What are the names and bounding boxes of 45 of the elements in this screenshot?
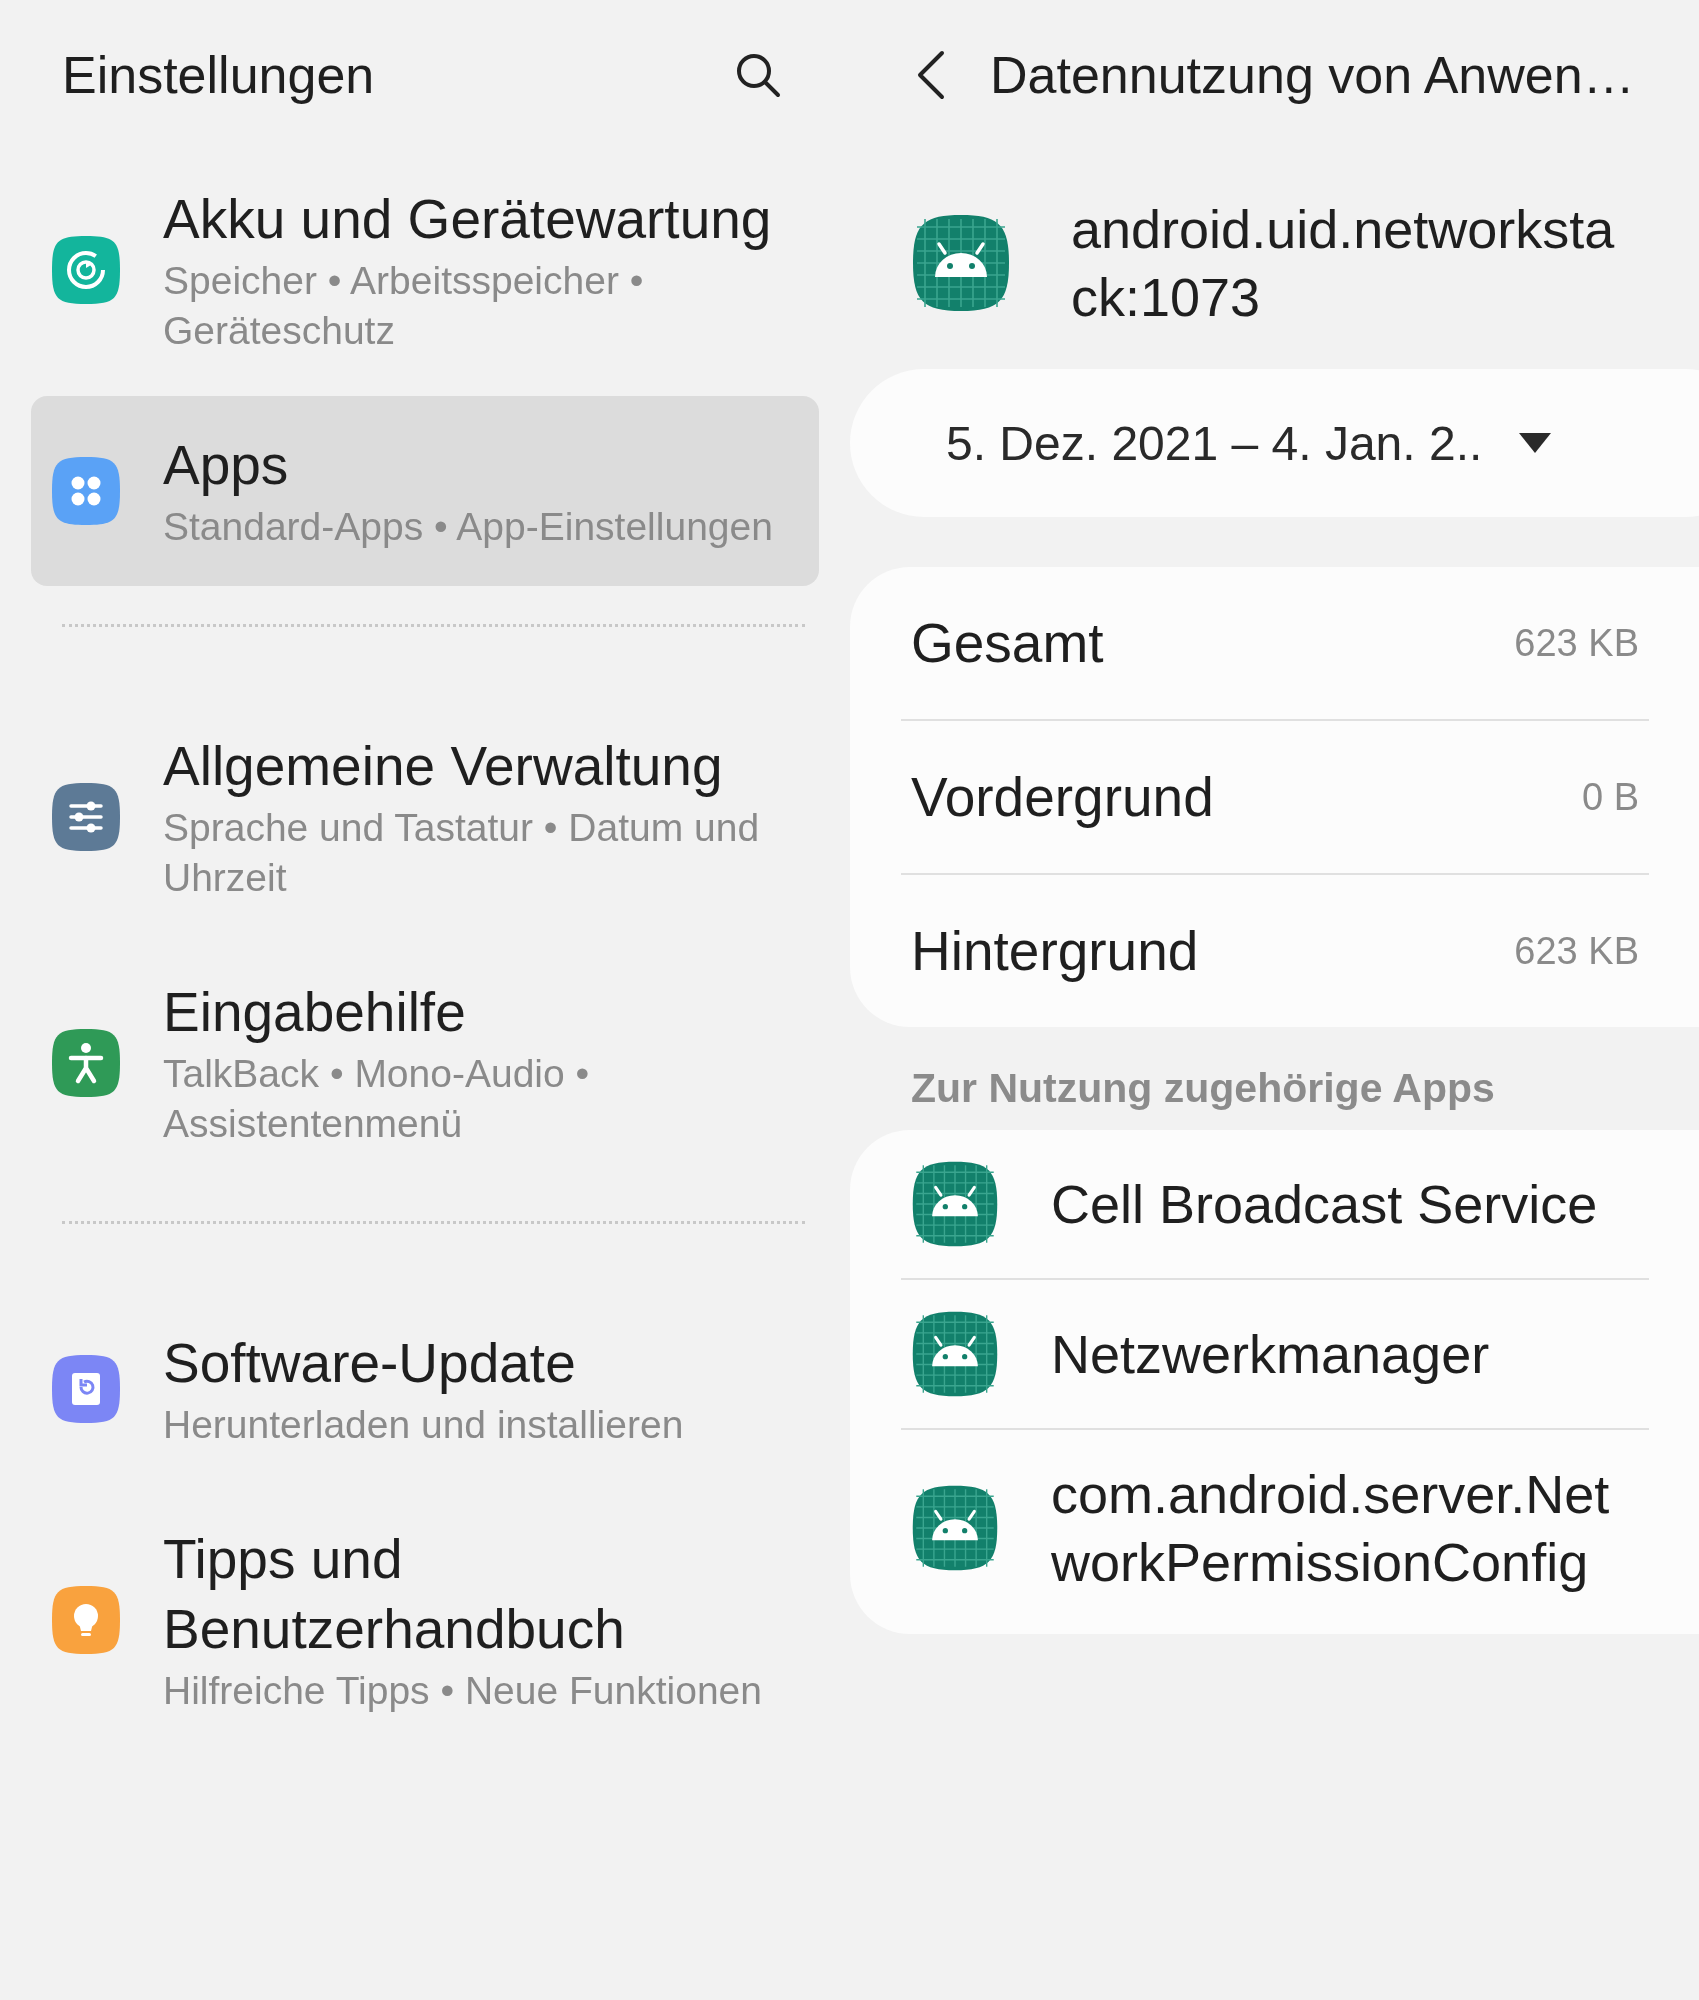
item-title: Software-Update: [163, 1331, 577, 1396]
settings-item[interactable]: Software-Update Herunterladen und installieren: [31, 1294, 819, 1484]
section-header: Zur Nutzung zugehörige Apps: [910, 1064, 1496, 1113]
apps-icon: [51, 456, 121, 526]
usage-label: Gesamt: [911, 611, 1104, 675]
back-icon[interactable]: [916, 49, 946, 101]
item-subtitle: Sprache und Tastatur • Datum und Uhrzeit: [163, 805, 761, 901]
item-title: Apps: [163, 433, 290, 498]
sliders-icon: [51, 782, 121, 852]
item-title: Akku und Gerätewartung: [163, 187, 773, 252]
item-subtitle: Hilfreiche Tipps • Neue Funktionen: [163, 1668, 763, 1714]
dropdown-icon: [1518, 432, 1553, 454]
settings-item[interactable]: Tipps und Benutzerhandbuch Hilfreiche Tipps • Neue Funktionen: [31, 1490, 819, 1750]
item-subtitle: Standard-Apps • App-Einstellungen: [163, 504, 774, 550]
app-name: com.android.server.NetworkPermissionConfig: [1051, 1463, 1611, 1594]
date-range-dropdown[interactable]: 5. Dez. 2021 – 4. Jan. 2..: [850, 369, 1699, 517]
update-icon: [51, 1354, 121, 1424]
settings-item[interactable]: Eingabehilfe TalkBack • Mono-Audio • Assistentenmenü: [31, 943, 819, 1183]
usage-label: Vordergrund: [911, 765, 1214, 829]
android-app-icon: [911, 213, 1011, 313]
app-name: Cell Broadcast Service: [1051, 1173, 1599, 1236]
lightbulb-icon: [51, 1585, 121, 1655]
search-icon[interactable]: [735, 52, 781, 98]
screen-title: Einstellungen: [62, 45, 375, 105]
android-app-icon: [911, 1310, 999, 1398]
settings-item[interactable]: Akku und Gerätewartung Speicher • Arbeitsspeicher • Geräteschutz: [31, 150, 819, 390]
app-name: android.uid.networkstack:1073: [1071, 198, 1616, 329]
item-title: Tipps und Benutzerhandbuch: [163, 1527, 626, 1662]
item-subtitle: TalkBack • Mono-Audio • Assistentenmenü: [163, 1051, 591, 1147]
settings-item[interactable]: Allgemeine Verwaltung Sprache und Tastatur • Datum und Uhrzeit: [31, 697, 819, 937]
item-subtitle: Speicher • Arbeitsspeicher • Geräteschutz: [163, 258, 645, 354]
app-name: Netzwerkmanager: [1051, 1323, 1491, 1386]
usage-value: 623 KB: [1514, 621, 1639, 665]
usage-label: Hintergrund: [911, 919, 1199, 983]
android-app-icon: [911, 1160, 999, 1248]
accessibility-icon: [51, 1028, 121, 1098]
item-title: Eingabehilfe: [163, 980, 467, 1045]
usage-value: 0 B: [1581, 775, 1639, 819]
android-app-icon: [911, 1484, 999, 1572]
item-subtitle: Herunterladen und installieren: [163, 1402, 685, 1448]
care-icon: [51, 235, 121, 305]
item-title: Allgemeine Verwaltung: [163, 734, 724, 799]
settings-item[interactable]: Apps Standard-Apps • App-Einstellungen: [31, 396, 819, 586]
usage-value: 623 KB: [1514, 929, 1639, 973]
screen-title: Datennutzung von Anwen…: [990, 45, 1635, 105]
